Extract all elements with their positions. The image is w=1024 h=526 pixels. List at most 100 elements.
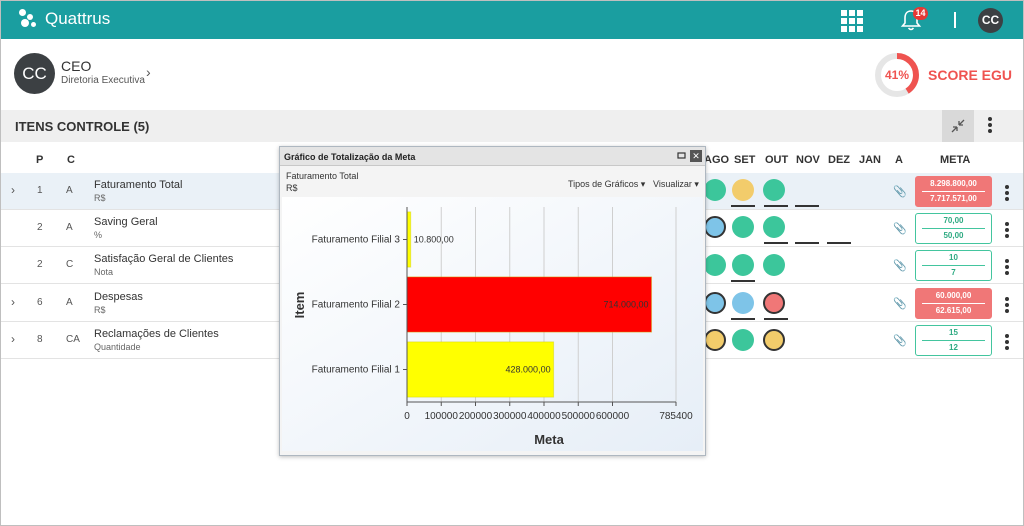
row-more-icon[interactable] <box>1004 334 1010 352</box>
row-name[interactable]: Faturamento Total <box>94 179 182 191</box>
status-dot[interactable] <box>763 254 785 276</box>
status-dot[interactable] <box>763 292 785 314</box>
view-menu[interactable]: Visualizar ▾ <box>653 179 699 190</box>
section-more-icon[interactable] <box>987 117 993 135</box>
row-name[interactable]: Saving Geral <box>94 216 158 228</box>
status-dot[interactable] <box>704 292 726 314</box>
meta-target: 60.000,00 <box>935 291 972 300</box>
dialog-item-unit: R$ <box>286 183 298 193</box>
status-dot[interactable] <box>763 329 785 351</box>
row-more-icon[interactable] <box>1004 222 1010 240</box>
profile-department: Diretoria Executiva <box>61 75 145 86</box>
x-tick-label: 100000 <box>425 411 459 422</box>
caret-down-icon: ▾ <box>694 179 699 189</box>
meta-target: 10 <box>949 253 958 262</box>
status-underline <box>795 242 819 244</box>
row-name[interactable]: Reclamações de Clientes <box>94 328 219 340</box>
y-tick-label: Faturamento Filial 3 <box>312 235 401 246</box>
paperclip-icon[interactable]: 📎 <box>893 185 907 198</box>
status-dot[interactable] <box>732 216 754 238</box>
status-dot[interactable] <box>704 329 726 351</box>
row-unit: R$ <box>94 193 106 203</box>
status-dot[interactable] <box>732 329 754 351</box>
x-tick-label: 785400 <box>659 411 693 422</box>
bar-chart: 10.800,00 714.000,00 428.000,00 0 100000 200… <box>282 197 703 451</box>
row-more-icon[interactable] <box>1004 297 1010 315</box>
row-p: 2 <box>37 222 43 233</box>
chevron-right-icon[interactable]: › <box>146 64 151 80</box>
collapse-button[interactable] <box>942 110 974 142</box>
meta-actual: 62.615,00 <box>935 306 972 315</box>
paperclip-icon[interactable]: 📎 <box>893 259 907 272</box>
paperclip-icon[interactable]: 📎 <box>893 297 907 310</box>
row-p: 1 <box>37 185 43 196</box>
col-header-p: P <box>36 154 44 166</box>
x-tick-label: 500000 <box>562 411 596 422</box>
section-bar: ITENS CONTROLE (5) <box>1 110 1023 142</box>
row-unit: R$ <box>94 305 106 315</box>
chart-dialog[interactable]: Gráfico de Totalização da Meta ✕ Faturam… <box>279 146 706 456</box>
caret-down-icon: ▾ <box>640 179 646 189</box>
row-more-icon[interactable] <box>1004 259 1010 277</box>
app-logo[interactable]: Quattrus <box>19 9 110 29</box>
dialog-title-bar[interactable]: Gráfico de Totalização da Meta ✕ <box>280 147 705 166</box>
x-tick-label: 300000 <box>493 411 527 422</box>
status-dot[interactable] <box>732 292 754 314</box>
row-unit: Quantidade <box>94 342 141 352</box>
col-header-month: SET <box>734 154 756 166</box>
meta-actual: 12 <box>949 343 958 352</box>
status-dot[interactable] <box>704 216 726 238</box>
data-label: 714.000,00 <box>603 300 648 310</box>
status-underline <box>764 242 788 244</box>
meta-box: 15 12 <box>915 325 992 356</box>
score-label: SCORE EGU <box>928 67 1013 83</box>
col-header-c: C <box>67 154 75 166</box>
status-dot[interactable] <box>704 254 726 276</box>
col-header-meta: META <box>940 154 971 166</box>
notification-badge: 14 <box>913 7 928 20</box>
col-header-month: DEZ <box>828 154 850 166</box>
meta-box: 70,00 50,00 <box>915 213 992 244</box>
row-p: 2 <box>37 259 43 270</box>
row-unit: Nota <box>94 267 114 277</box>
meta-box: 60.000,00 62.615,00 <box>915 288 992 319</box>
meta-box: 10 7 <box>915 250 992 281</box>
status-dot[interactable] <box>732 254 754 276</box>
status-dot[interactable] <box>763 179 785 201</box>
status-underline <box>731 318 755 320</box>
notifications-button[interactable]: 14 <box>899 7 928 32</box>
section-title: ITENS CONTROLE (5) <box>15 119 150 134</box>
user-avatar[interactable]: CC <box>978 8 1003 33</box>
status-underline <box>795 205 819 207</box>
status-dot[interactable] <box>704 179 726 201</box>
row-more-icon[interactable] <box>1004 185 1010 203</box>
x-tick-label: 200000 <box>459 411 493 422</box>
row-p: 8 <box>37 334 43 345</box>
meta-target: 8.298.800,00 <box>930 179 977 188</box>
expand-row-icon[interactable]: › <box>11 183 15 197</box>
row-c: CA <box>66 334 80 345</box>
row-c: A <box>66 297 73 308</box>
bar[interactable] <box>406 211 412 268</box>
status-underline <box>731 205 755 207</box>
chart-types-menu[interactable]: Tipos de Gráficos ▾ <box>568 179 645 190</box>
app-name: Quattrus <box>45 9 111 28</box>
status-dot[interactable] <box>732 179 754 201</box>
meta-actual: 50,00 <box>943 231 964 240</box>
restore-icon[interactable] <box>676 150 687 161</box>
data-label: 428.000,00 <box>506 365 551 375</box>
paperclip-icon[interactable]: 📎 <box>893 334 907 347</box>
view-label: Visualizar <box>653 179 692 189</box>
close-icon[interactable]: ✕ <box>690 150 702 162</box>
meta-target: 70,00 <box>943 216 964 225</box>
expand-row-icon[interactable]: › <box>11 295 15 309</box>
expand-row-icon[interactable]: › <box>11 332 15 346</box>
x-tick-label: 400000 <box>527 411 561 422</box>
status-dot[interactable] <box>763 216 785 238</box>
apps-grid-icon[interactable] <box>841 10 863 32</box>
row-name[interactable]: Satisfação Geral de Clientes <box>94 253 233 265</box>
data-label: 10.800,00 <box>414 235 454 245</box>
row-name[interactable]: Despesas <box>94 291 143 303</box>
y-axis-title: Item <box>292 292 307 319</box>
paperclip-icon[interactable]: 📎 <box>893 222 907 235</box>
